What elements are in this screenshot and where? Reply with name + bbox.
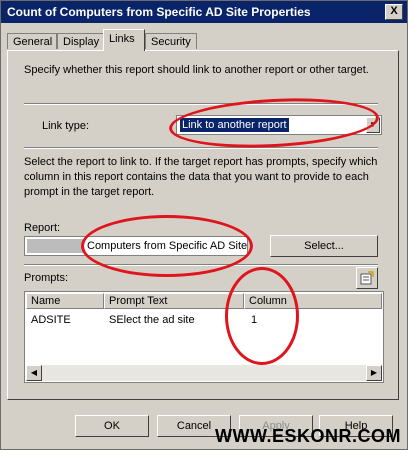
report-value: Computers from Specific AD Site — [87, 240, 248, 252]
prompts-label: Prompts: — [24, 272, 69, 284]
edit-prompts-button[interactable] — [356, 267, 378, 289]
prompt-name-cell: ADSITE — [31, 314, 71, 326]
separator — [24, 264, 378, 266]
horizontal-scrollbar[interactable]: ◀ ▶ — [26, 365, 382, 381]
select-report-button[interactable]: Select... — [270, 235, 378, 257]
link-type-dropdown[interactable]: Link to another report ▼ — [176, 115, 382, 135]
close-button[interactable]: X — [385, 4, 403, 20]
prompts-list[interactable]: Name Prompt Text Column ADSITE SElect th… — [24, 291, 384, 383]
links-tab-panel: Specify whether this report should link … — [7, 50, 399, 400]
prompt-column-cell: 1 — [251, 314, 258, 326]
column-header-name[interactable]: Name — [26, 293, 104, 309]
edit-properties-icon — [360, 271, 374, 285]
column-header-prompt-text[interactable]: Prompt Text — [104, 293, 244, 309]
column-header-column[interactable]: Column — [244, 293, 382, 309]
separator — [24, 103, 378, 105]
tab-general[interactable]: General — [7, 33, 57, 49]
redacted-block — [27, 239, 83, 253]
instructions-text: Select the report to link to. If the tar… — [24, 156, 378, 198]
scroll-left-icon[interactable]: ◀ — [26, 365, 42, 381]
tab-display[interactable]: Display — [57, 33, 105, 49]
report-field: Computers from Specific AD Site — [24, 236, 248, 256]
link-type-value: Link to another report — [180, 118, 289, 132]
properties-dialog: Count of Computers from Specific AD Site… — [0, 0, 408, 450]
tab-security[interactable]: Security — [145, 33, 197, 49]
report-label: Report: — [24, 222, 61, 234]
scroll-right-icon[interactable]: ▶ — [366, 365, 382, 381]
chevron-down-icon[interactable]: ▼ — [366, 117, 380, 133]
ok-button[interactable]: OK — [75, 415, 149, 437]
separator — [24, 147, 378, 149]
tab-links[interactable]: Links — [103, 29, 145, 51]
prompt-text-cell: SElect the ad site — [109, 314, 195, 326]
link-type-label: Link type: — [42, 120, 90, 132]
intro-text: Specify whether this report should link … — [24, 64, 369, 76]
title-bar: Count of Computers from Specific AD Site… — [1, 1, 407, 23]
window-title: Count of Computers from Specific AD Site… — [7, 5, 311, 19]
watermark: WWW.ESKONR.COM — [215, 426, 401, 446]
